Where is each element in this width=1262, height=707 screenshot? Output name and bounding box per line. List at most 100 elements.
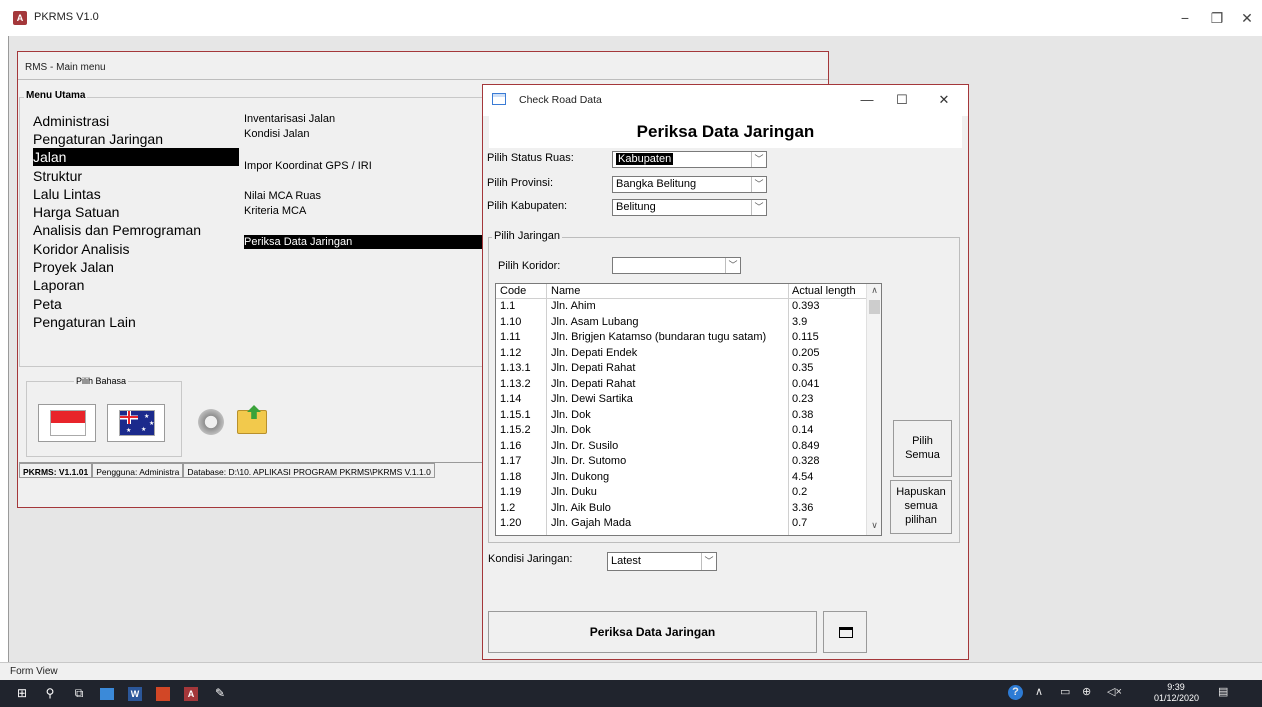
dialog-close-button[interactable]: ✕ [931,90,957,110]
menu-item-lalu-lintas[interactable]: Lalu Lintas [33,185,101,203]
scroll-thumb[interactable] [869,300,880,314]
app-title: PKRMS V1.0 [34,11,99,23]
list-item[interactable]: 1.1 Jln. Ahim 0.393 [496,299,866,314]
road-code: 1.19 [500,486,522,498]
indonesian-language-button[interactable] [38,404,96,442]
access-icon[interactable]: A [184,687,198,701]
road-code: 1.2 [500,501,516,514]
dialog-minimize-button[interactable]: — [854,90,880,110]
road-code: 1.15.1 [500,408,531,421]
select-all-button[interactable]: Pilih Semua [893,420,952,477]
restore-button[interactable]: ❐ [1202,6,1232,30]
road-name: Jln. Dr. Susilo [551,439,619,452]
help-icon[interactable]: ? [1008,685,1023,700]
volume-icon[interactable]: ◁× [1107,685,1122,698]
menu-item-administrasi[interactable]: Administrasi [33,112,109,130]
file-explorer-icon[interactable] [100,688,114,700]
list-item[interactable]: 1.20 Jln. Gajah Mada 0.7 [496,516,866,531]
dialog-maximize-button[interactable]: ☐ [889,90,915,110]
list-item[interactable]: 1.18 Jln. Dukong 4.54 [496,470,866,485]
paint-icon[interactable]: ✎ [212,686,228,701]
name-column-header[interactable]: Name [551,284,580,299]
road-length: 0.35 [792,362,814,374]
battery-icon[interactable]: ▭ [1060,685,1070,698]
list-item[interactable]: 1.14 Jln. Dewi Sartika 0.23 [496,392,866,407]
run-check-button[interactable]: Periksa Data Jaringan [488,611,817,653]
status-bar: Form View [0,662,1262,680]
list-item[interactable]: 1.15.1 Jln. Dok 0.38 [496,408,866,423]
submenu-item-periksa-data-jaringan[interactable]: Periksa Data Jaringan [244,235,489,249]
kondisi-select[interactable]: Latest ﹀ [607,552,717,571]
clock[interactable]: 9:39 01/12/2020 [1154,682,1200,704]
road-code: 1.11 [500,331,521,343]
list-item[interactable]: 1.13.2 Jln. Depati Rahat 0.041 [496,377,866,392]
clear-selection-button[interactable]: Hapuskan semua pilihan [890,480,952,534]
list-item[interactable]: 1.11 Jln. Brigjen Katamso (bundaran tugu … [496,330,866,345]
australia-flag-icon: ★ ★ ★ ★ [119,410,155,436]
submenu-item-nilai-mca-ruas[interactable]: Nilai MCA Ruas [244,189,321,203]
list-item[interactable]: 1.19 Jln. Duku 0.2 [496,485,866,500]
kabupaten-select[interactable]: Belitung ﹀ [612,199,767,216]
list-item[interactable]: 1.12 Jln. Depati Endek 0.205 [496,346,866,361]
submenu-item-kondisi-jalan[interactable]: Kondisi Jalan [244,127,309,141]
open-folder-icon[interactable] [237,405,267,434]
windows-taskbar: ⊞ ⚲ ⧉ W A ✎ ? ∧ ▭ ⊕ ◁× 9:39 01/12/2020 ▤ [0,680,1262,707]
scroll-down-icon[interactable]: ∨ [867,520,881,531]
submenu-item-inventarisasi-jalan[interactable]: Inventarisasi Jalan [244,112,335,126]
kondisi-label: Kondisi Jaringan: [488,553,573,565]
tray-expand-icon[interactable]: ∧ [1035,685,1043,698]
menu-item-pengaturan-lain[interactable]: Pengaturan Lain [33,313,136,331]
road-length: 0.205 [792,346,820,359]
user-label: Pengguna: Administra [92,463,184,478]
list-item[interactable]: 1.2 Jln. Aik Bulo 3.36 [496,501,866,516]
word-icon[interactable]: W [128,687,142,701]
menu-item-peta[interactable]: Peta [33,295,62,313]
english-language-button[interactable]: ★ ★ ★ ★ [107,404,165,442]
menu-item-struktur[interactable]: Struktur [33,167,82,185]
code-column-header[interactable]: Code [500,284,526,299]
length-column-header[interactable]: Actual length [792,284,856,299]
list-scrollbar[interactable]: ∧ ∨ [866,284,881,535]
list-item[interactable]: 1.10 Jln. Asam Lubang 3.9 [496,315,866,330]
language-label: Pilih Bahasa [74,376,129,386]
road-code: 1.16 [500,439,522,452]
road-name: Jln. Ahim [551,300,596,312]
menu-item-harga-satuan[interactable]: Harga Satuan [33,203,119,221]
dialog-title: Check Road Data [519,94,602,106]
road-length: 0.393 [792,300,820,312]
koridor-select[interactable]: ﹀ [612,257,741,274]
powerpoint-icon[interactable] [156,687,170,701]
list-item[interactable]: 1.16 Jln. Dr. Susilo 0.849 [496,439,866,454]
search-icon[interactable]: ⚲ [42,686,58,701]
settings-gear-icon[interactable] [196,407,226,437]
window-icon [839,627,853,638]
windows-start-icon[interactable]: ⊞ [14,686,30,701]
menu-item-proyek-jalan[interactable]: Proyek Jalan [33,258,114,276]
list-item[interactable]: 1.15.2 Jln. Dok 0.14 [496,423,866,438]
menu-item-pengaturan-jaringan[interactable]: Pengaturan Jaringan [33,130,163,148]
list-item[interactable]: 1.17 Jln. Dr. Sutomo 0.328 [496,454,866,469]
network-icon[interactable]: ⊕ [1082,685,1091,698]
list-item[interactable]: 1.13.1 Jln. Depati Rahat 0.35 [496,361,866,376]
road-name: Jln. Brigjen Katamso (bundaran tugu sata… [551,331,767,343]
submenu-item-kriteria-mca[interactable]: Kriteria MCA [244,204,306,218]
task-view-icon[interactable]: ⧉ [71,686,87,701]
status-ruas-select[interactable]: Kabupaten ﹀ [612,151,767,168]
menu-item-jalan[interactable]: Jalan [33,148,239,166]
road-list[interactable]: Code Name Actual length 1.1 Jln. Ahim 0.39… [495,283,882,536]
close-button[interactable]: ✕ [1232,6,1262,30]
chevron-down-icon: ﹀ [725,258,740,273]
road-code: 1.12 [500,346,522,359]
clock-date: 01/12/2020 [1154,693,1200,703]
submenu-item-impor-koordinat-gps-iri[interactable]: Impor Koordinat GPS / IRI [244,159,372,173]
window-toggle-button[interactable] [823,611,867,653]
minimize-button[interactable]: − [1170,6,1200,30]
notifications-icon[interactable]: ▤ [1218,685,1228,698]
road-name: Jln. Depati Rahat [551,377,636,390]
menu-item-koridor-analisis[interactable]: Koridor Analisis [33,240,130,258]
scroll-up-icon[interactable]: ∧ [867,285,881,296]
menu-item-laporan[interactable]: Laporan [33,276,84,294]
menu-utama-label: Menu Utama [24,90,88,101]
menu-item-analisis-dan-pemrograman[interactable]: Analisis dan Pemrograman [33,221,201,239]
provinsi-select[interactable]: Bangka Belitung ﹀ [612,176,767,193]
